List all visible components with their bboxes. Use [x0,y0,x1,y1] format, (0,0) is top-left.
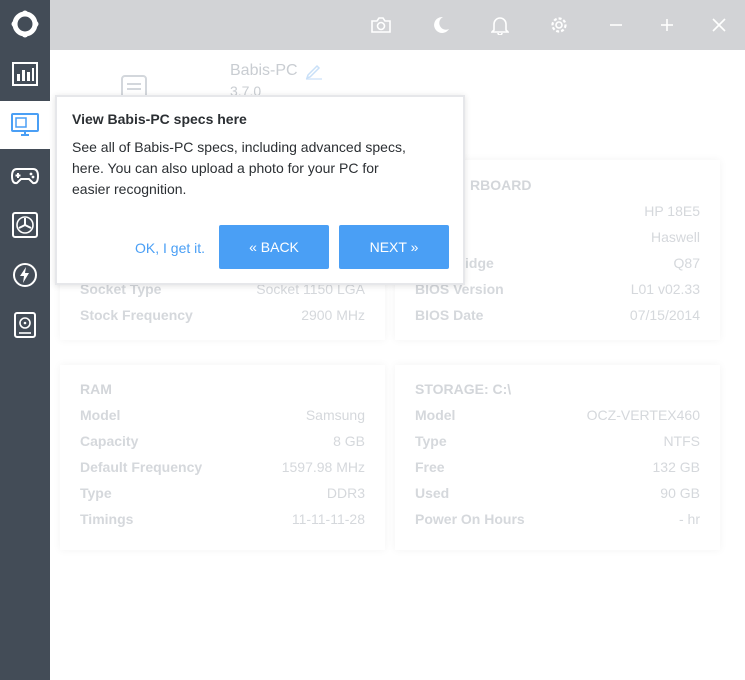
camera-icon [371,17,391,33]
logo-icon [11,10,39,38]
sidebar-logo[interactable] [0,0,50,48]
sidebar-item-pc-specs[interactable] [0,101,50,149]
gamepad-icon [11,168,39,185]
dashboard-icon [12,62,38,86]
spec-row: Default Frequency 1597.98 MHz [80,459,365,475]
storage-card: STORAGE: C:\ Model OCZ-VERTEX460 Type NT… [395,365,720,550]
sidebar [0,0,50,680]
tooltip-body: See all of Babis-PC specs, including adv… [72,139,406,197]
minimize-button[interactable] [603,12,629,38]
sidebar-item-storage[interactable] [0,301,50,349]
pc-name: Babis-PC [230,62,298,79]
minimize-icon [610,24,622,26]
disk-icon [14,312,36,338]
sidebar-item-dashboard[interactable] [0,50,50,98]
onboarding-tooltip: View Babis-PC specs here See all of Babi… [55,95,465,285]
top-bar [50,0,745,50]
spec-row: Stock Frequency 2900 MHz [80,307,365,323]
sidebar-item-gaming[interactable] [0,152,50,200]
gear-icon [551,17,567,33]
next-button[interactable]: NEXT » [339,225,449,269]
maximize-button[interactable] [654,12,680,38]
ram-card: RAM Model Samsung Capacity 8 GB Default … [60,365,385,550]
storage-title: STORAGE: C:\ [415,381,512,397]
spec-row: Power On Hours - hr [415,511,700,527]
monitor-icon [11,113,39,136]
dark-mode-button[interactable] [428,12,454,38]
spec-row: Type NTFS [415,433,700,449]
lightning-icon [13,263,37,287]
bell-icon [491,17,509,35]
spec-row: Used 90 GB [415,485,700,501]
spec-row: Model OCZ-VERTEX460 [415,407,700,423]
back-button[interactable]: « BACK [219,225,329,269]
sidebar-item-cooling[interactable] [0,201,50,249]
spec-row: BIOS Date 07/15/2014 [415,307,700,323]
close-icon [712,18,726,32]
notifications-button[interactable] [487,12,513,38]
screenshot-button[interactable] [368,12,394,38]
fan-icon [12,212,38,238]
spec-row: Model Samsung [80,407,365,423]
ok-got-it-link[interactable]: OK, I get it. [135,240,205,256]
edit-icon[interactable] [305,62,323,80]
moon-icon [434,16,449,33]
plus-icon [661,19,673,31]
settings-button[interactable] [546,12,572,38]
spec-row: Capacity 8 GB [80,433,365,449]
spec-row: Type DDR3 [80,485,365,501]
ram-title: RAM [80,381,112,397]
tooltip-title: View Babis-PC specs here [72,111,247,127]
motherboard-title: RBOARD [470,177,532,193]
close-button[interactable] [706,12,732,38]
spec-row: Free 132 GB [415,459,700,475]
sidebar-item-power[interactable] [0,251,50,299]
spec-row: Timings 11-11-11-28 [80,511,365,527]
